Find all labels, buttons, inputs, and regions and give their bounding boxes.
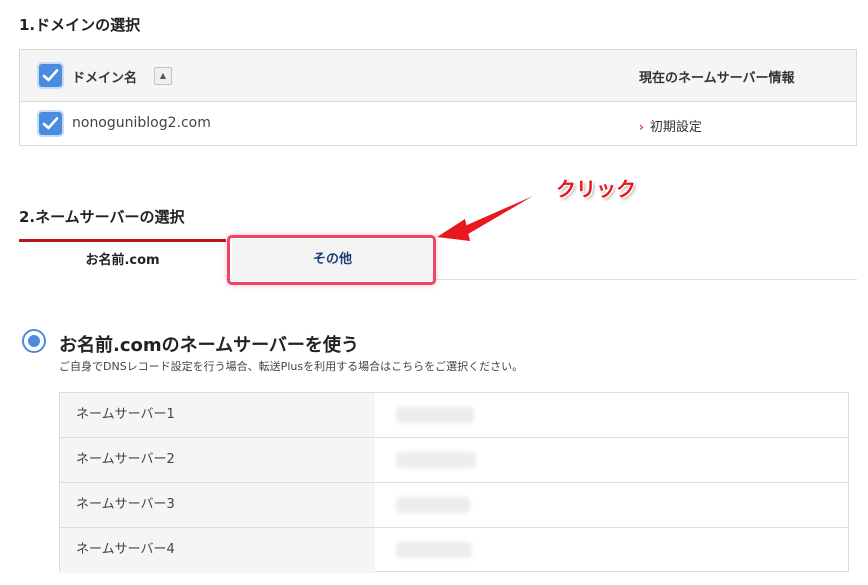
table-row: ネームサーバー1 xyxy=(60,393,848,438)
nameserver-label: ネームサーバー4 xyxy=(60,528,375,573)
nameserver-table: ネームサーバー1 ネームサーバー2 ネームサーバー3 ネームサーバー4 xyxy=(59,392,849,573)
nameserver-value-redacted xyxy=(396,497,470,513)
tab-onamae[interactable]: お名前.com xyxy=(19,239,226,280)
nameserver-value-redacted xyxy=(396,542,472,558)
nameserver-label: ネームサーバー2 xyxy=(60,438,375,482)
table-row: ネームサーバー3 xyxy=(60,483,848,528)
nameserver-label: ネームサーバー1 xyxy=(60,393,375,437)
table-row: ネームサーバー4 xyxy=(60,528,848,573)
highlight-box xyxy=(227,235,436,285)
table-row: ネームサーバー2 xyxy=(60,438,848,483)
option-title: お名前.comのネームサーバーを使う xyxy=(59,335,359,356)
nameserver-value-redacted xyxy=(396,407,474,423)
onamae-nameserver-radio[interactable] xyxy=(22,329,46,353)
nameserver-value-redacted xyxy=(396,452,476,468)
nameserver-label: ネームサーバー3 xyxy=(60,483,375,527)
option-description: ご自身でDNSレコード設定を行う場合、転送Plusを利用する場合はこちらをご選択… xyxy=(59,360,524,373)
